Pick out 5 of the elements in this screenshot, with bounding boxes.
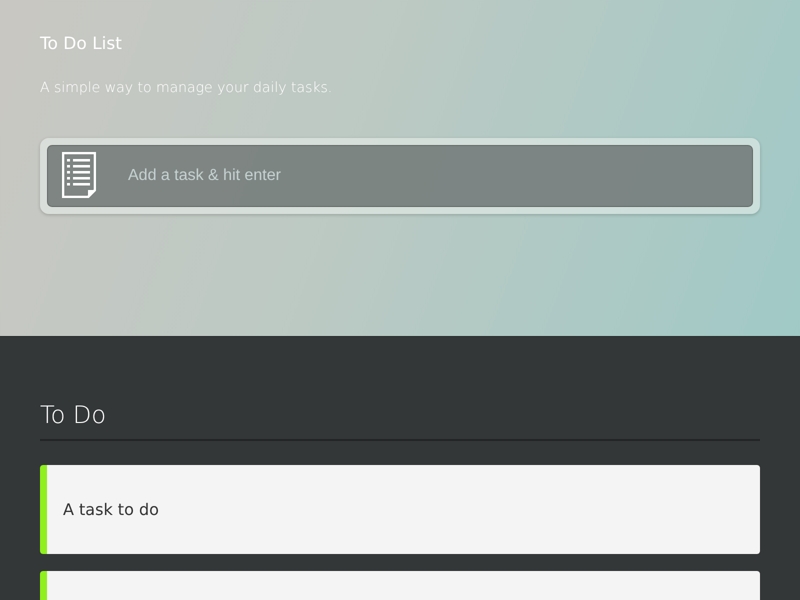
app-title: To Do List [40, 34, 123, 54]
task-text: A task to do [63, 500, 159, 519]
app-subtitle: A simple way to manage your daily tasks. [40, 80, 334, 96]
section-heading: To Do [40, 401, 760, 441]
task-input-field[interactable]: Add a task & hit enter [47, 145, 753, 207]
